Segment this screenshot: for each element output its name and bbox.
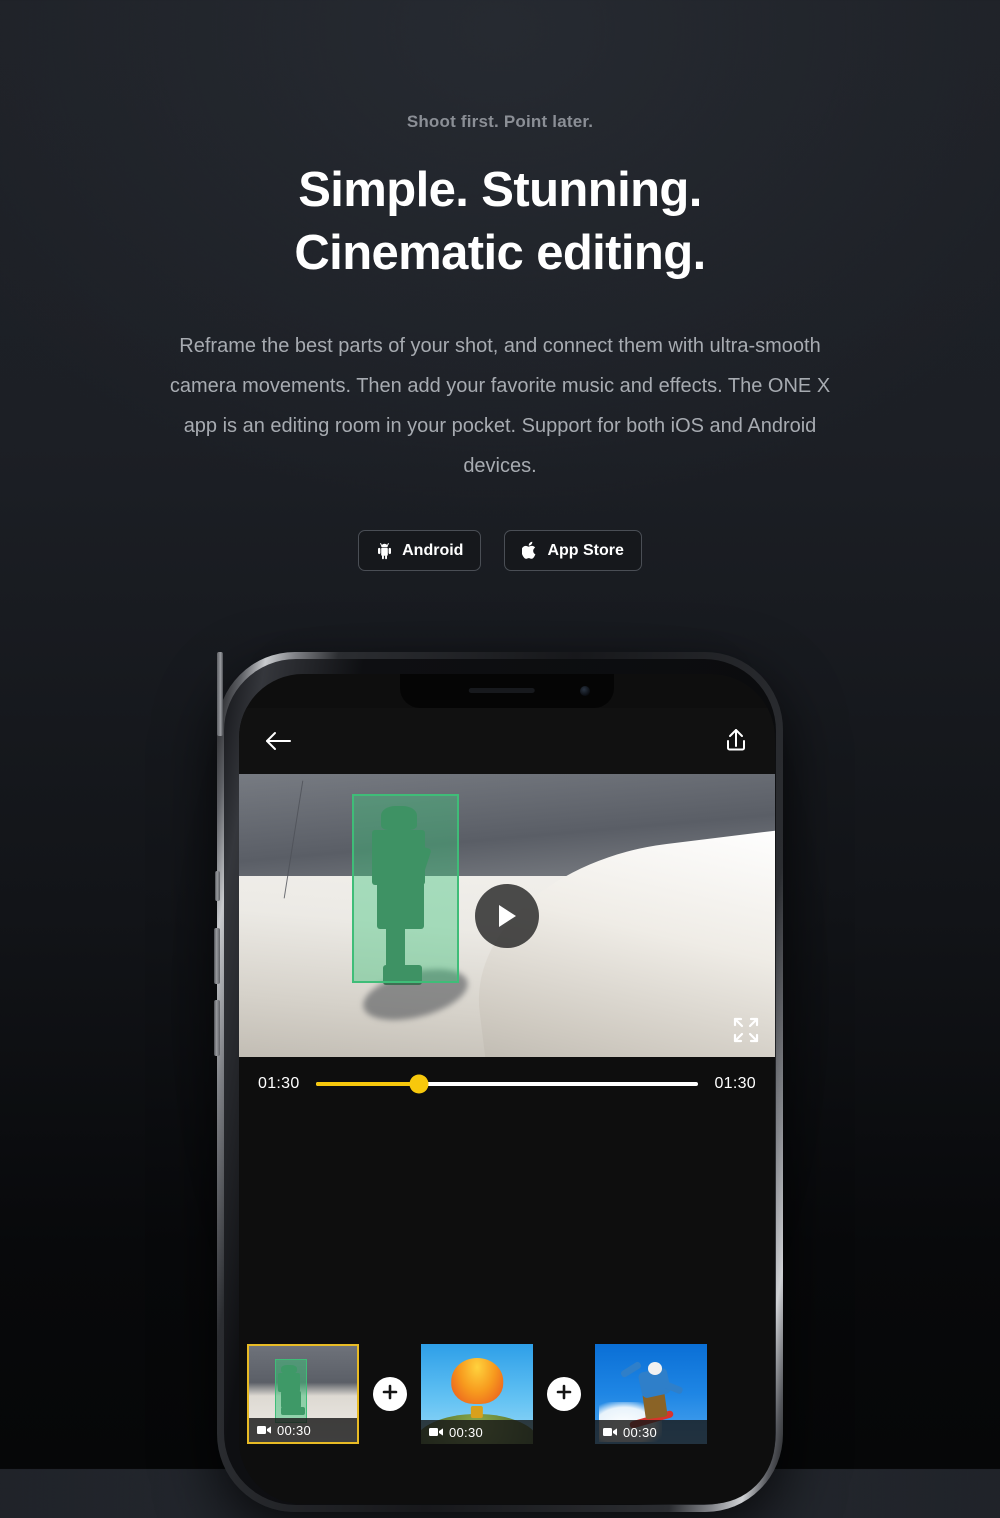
power-button[interactable] <box>217 652 223 736</box>
subject-tracking-box[interactable] <box>351 793 459 984</box>
headline-line-1: Simple. Stunning. <box>298 163 702 217</box>
timeline-scrubber: 01:30 01:30 <box>239 1057 775 1111</box>
clip-strip: 00:30 00:30 00:30 <box>239 1342 775 1446</box>
volume-down-button[interactable] <box>214 1000 220 1056</box>
clip-thumbnail-2[interactable]: 00:30 <box>421 1344 533 1444</box>
android-button-label: Android <box>402 541 464 559</box>
store-button-row: Android App Store <box>0 530 1000 572</box>
play-icon[interactable] <box>475 883 539 948</box>
clip-3-duration: 00:30 <box>595 1420 707 1444</box>
hero-description: Reframe the best parts of your shot, and… <box>169 335 831 478</box>
video-camera-icon <box>429 1425 443 1440</box>
clip-1-duration-label: 00:30 <box>277 1422 312 1438</box>
current-time-label: 01:30 <box>258 1075 300 1092</box>
android-download-button[interactable]: Android <box>358 530 482 572</box>
volume-up-button[interactable] <box>214 928 220 984</box>
page-title: Simple. Stunning. Cinematic editing. <box>0 159 1000 285</box>
fullscreen-icon[interactable] <box>731 1015 761 1045</box>
earpiece-speaker <box>468 688 535 693</box>
android-icon <box>376 542 393 560</box>
scrubber-track[interactable] <box>315 1074 699 1094</box>
scrubber-thumb[interactable] <box>409 1074 429 1094</box>
app-top-bar <box>239 708 775 774</box>
video-preview[interactable] <box>239 774 775 1057</box>
silent-switch[interactable] <box>215 871 220 901</box>
video-camera-icon <box>257 1423 271 1438</box>
phone-frame: 01:30 01:30 00:30 00:30 00:30 <box>214 652 783 1512</box>
clip-2-duration-label: 00:30 <box>449 1424 484 1440</box>
clip-2-duration: 00:30 <box>421 1420 533 1444</box>
phone-mockup: 01:30 01:30 00:30 00:30 00:30 <box>187 652 813 1518</box>
phone-screen: 01:30 01:30 00:30 00:30 00:30 <box>239 674 775 1504</box>
hero-eyebrow: Shoot first. Point later. <box>406 112 594 131</box>
apple-icon <box>522 541 538 560</box>
plus-icon <box>381 1383 399 1406</box>
clip-thumbnail-3[interactable]: 00:30 <box>595 1344 707 1444</box>
video-camera-icon <box>603 1425 617 1440</box>
add-clip-button-2[interactable] <box>547 1377 581 1411</box>
back-arrow-icon[interactable] <box>260 723 296 759</box>
hero-section: Shoot first. Point later. Simple. Stunni… <box>0 0 1000 572</box>
total-time-label: 01:30 <box>714 1075 756 1092</box>
phone-notch <box>400 674 614 708</box>
appstore-button-label: App Store <box>547 541 624 559</box>
share-upload-icon[interactable] <box>718 723 754 759</box>
phone-bezel: 01:30 01:30 00:30 00:30 00:30 <box>224 659 776 1505</box>
headline-line-2: Cinematic editing. <box>294 226 706 281</box>
add-clip-button-1[interactable] <box>373 1377 407 1411</box>
clip-3-duration-label: 00:30 <box>623 1424 658 1440</box>
plus-icon <box>555 1383 573 1406</box>
clip-thumbnail-1[interactable]: 00:30 <box>247 1344 359 1444</box>
appstore-download-button[interactable]: App Store <box>504 530 642 572</box>
front-camera-icon <box>580 686 590 696</box>
clip-1-duration: 00:30 <box>249 1418 357 1442</box>
scrubber-progress-fill <box>315 1082 419 1086</box>
